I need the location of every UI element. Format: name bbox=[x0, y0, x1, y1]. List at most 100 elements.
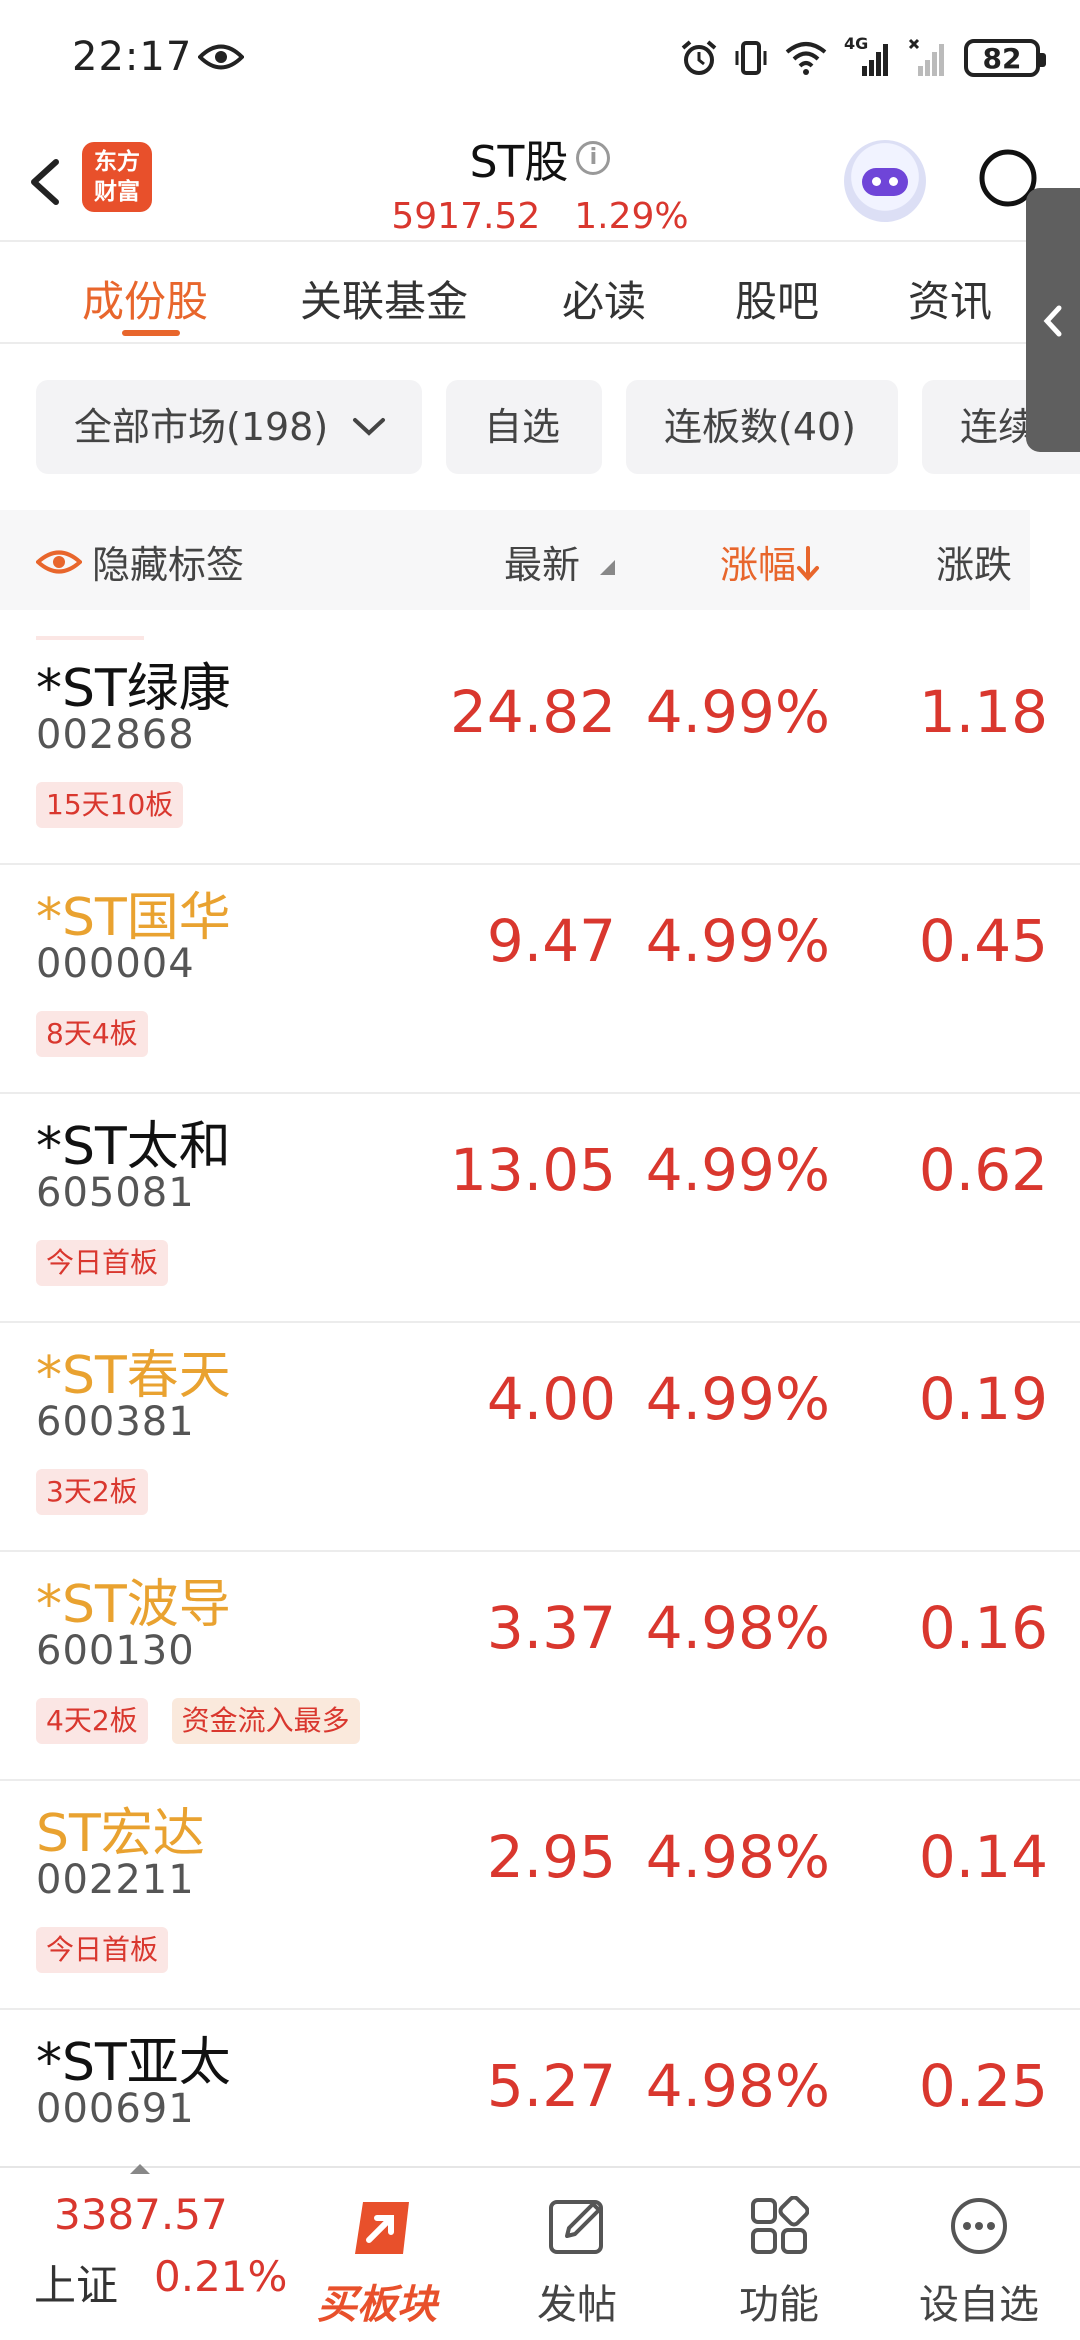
stock-code: 605081 bbox=[36, 1170, 195, 1216]
stock-tags: 今日首板 bbox=[36, 1927, 169, 1973]
brand-logo: 东方 财富 bbox=[82, 142, 152, 212]
stock-price: 9.47 bbox=[486, 907, 616, 975]
active-tab-indicator bbox=[122, 330, 180, 336]
stock-price: 3.37 bbox=[486, 1594, 616, 1662]
hide-tags-toggle[interactable]: 隐藏标签 bbox=[36, 534, 244, 589]
hide-tags-label: 隐藏标签 bbox=[92, 543, 245, 587]
stock-row[interactable]: *ST太和 605081 今日首板 13.05 4.99% 0.62 bbox=[0, 1094, 1080, 1323]
tab-constituents[interactable]: 成份股 bbox=[82, 268, 208, 329]
streak-tag: 今日首板 bbox=[36, 1240, 169, 1286]
stock-row[interactable]: *ST亚太 000691 5.27 4.98% 0.25 bbox=[0, 2010, 1080, 2166]
stock-code: 600381 bbox=[36, 1399, 195, 1445]
streak-tag: 15天10板 bbox=[36, 782, 184, 828]
list-column-header: 隐藏标签 最新 涨幅 涨跌 bbox=[0, 510, 1030, 610]
nav-add-watchlist[interactable]: 设自选 bbox=[904, 2168, 1054, 2340]
nav-functions[interactable]: 功能 bbox=[704, 2168, 854, 2340]
stock-tags: 15天10板 bbox=[36, 782, 184, 828]
watchlist-filter-chip[interactable]: 自选 bbox=[446, 380, 602, 474]
stock-change: 0.19 bbox=[918, 1365, 1048, 1433]
index-name: 上证 bbox=[34, 2261, 119, 2310]
stock-row[interactable]: *ST国华 000004 8天4板 9.47 4.99% 0.45 bbox=[0, 865, 1080, 1094]
back-arrow-icon[interactable] bbox=[20, 142, 80, 222]
column-latest-price[interactable]: 最新 bbox=[504, 534, 580, 589]
eye-icon bbox=[36, 550, 82, 573]
stock-code: 000691 bbox=[36, 2086, 195, 2132]
stock-code: 002868 bbox=[36, 712, 195, 758]
stock-change: 0.45 bbox=[918, 907, 1048, 975]
nav-label: 功能 bbox=[739, 2282, 819, 2328]
stock-price: 4.00 bbox=[486, 1365, 616, 1433]
stock-name: *ST波导 bbox=[36, 1575, 231, 1635]
stock-change: 0.14 bbox=[918, 1823, 1048, 1891]
page-title: ST股 bbox=[469, 137, 569, 188]
page-header: 东方 财富 ST股 i 5917.52 1.29% bbox=[0, 120, 1080, 242]
stock-code: 000004 bbox=[36, 941, 195, 987]
side-panel-handle[interactable] bbox=[1026, 188, 1080, 452]
sector-index: 5917.52 1.29% bbox=[340, 196, 740, 237]
market-filter-dropdown[interactable]: 全部市场(198) bbox=[36, 380, 422, 474]
chevron-left-icon bbox=[1043, 305, 1062, 337]
stock-change-pct: 4.99% bbox=[645, 907, 830, 975]
tab-bar: 成份股 关联基金 必读 股吧 资讯 bbox=[0, 244, 1080, 344]
vibrate-icon bbox=[735, 41, 767, 75]
stock-name: ST宏达 bbox=[36, 1804, 205, 1864]
assistant-robot-icon[interactable] bbox=[844, 140, 926, 222]
stock-row[interactable]: *ST绿康 002868 15天10板 24.82 4.99% 1.18 bbox=[0, 636, 1080, 865]
index-value: 3387.57 bbox=[54, 2190, 228, 2239]
stock-tags: 3天2板 bbox=[36, 1469, 148, 1515]
status-time: 22:17 bbox=[72, 34, 193, 80]
battery-icon: 82 bbox=[964, 39, 1046, 77]
tab-news[interactable]: 资讯 bbox=[908, 268, 992, 329]
info-icon[interactable]: i bbox=[576, 141, 611, 175]
status-bar: 22:17 4G 82 bbox=[0, 0, 1080, 120]
stock-change-pct: 4.98% bbox=[645, 1823, 830, 1891]
grid-functions-icon bbox=[751, 2196, 809, 2254]
nav-buy-sector[interactable]: 买板块 bbox=[302, 2168, 452, 2340]
tab-forum[interactable]: 股吧 bbox=[735, 268, 819, 329]
stock-change-pct: 4.98% bbox=[645, 1594, 830, 1662]
nav-label: 发帖 bbox=[537, 2282, 617, 2328]
status-icons: 4G 82 bbox=[680, 34, 1046, 80]
stock-tags: 今日首板 bbox=[36, 1240, 169, 1286]
limit-up-count-chip[interactable]: 连板数(40) bbox=[626, 380, 898, 474]
sector-index-change: 1.29% bbox=[574, 196, 689, 237]
chevron-down-icon bbox=[353, 417, 386, 436]
fund-inflow-tag: 资金流入最多 bbox=[171, 1698, 360, 1744]
stock-tags: 8天4板 bbox=[36, 1011, 148, 1057]
cell-signal-2-icon bbox=[908, 38, 944, 76]
stock-price: 24.82 bbox=[449, 678, 616, 746]
title-block: ST股 i 5917.52 1.29% bbox=[340, 126, 740, 237]
tab-related-funds[interactable]: 关联基金 bbox=[300, 268, 468, 329]
stock-name: *ST春天 bbox=[36, 1346, 231, 1406]
stock-change-pct: 4.98% bbox=[645, 2052, 830, 2120]
cell-signal-icon: 4G bbox=[844, 34, 892, 78]
stock-change-pct: 4.99% bbox=[645, 1365, 830, 1433]
streak-tag: 4天2板 bbox=[36, 1698, 148, 1744]
robot-face bbox=[862, 168, 908, 196]
column-change-pct[interactable]: 涨幅 bbox=[720, 534, 820, 589]
tab-must-read[interactable]: 必读 bbox=[562, 268, 646, 329]
nav-label: 设自选 bbox=[919, 2282, 1039, 2328]
sector-index-value: 5917.52 bbox=[391, 196, 541, 237]
bottom-bar: 3387.57 上证 0.21% 买板块 发帖 功能 设自选 bbox=[0, 2164, 1080, 2340]
column-change[interactable]: 涨跌 bbox=[936, 534, 1012, 589]
sort-indicator-icon bbox=[600, 560, 615, 575]
stock-price: 5.27 bbox=[486, 2052, 616, 2120]
caret-up-icon[interactable] bbox=[130, 2164, 150, 2174]
wifi-icon bbox=[785, 42, 827, 75]
nav-post[interactable]: 发帖 bbox=[502, 2168, 652, 2340]
streak-tag: 3天2板 bbox=[36, 1469, 148, 1515]
alarm-icon bbox=[681, 40, 717, 75]
column-change-pct-label: 涨幅 bbox=[720, 543, 797, 587]
index-change-pct: 0.21% bbox=[154, 2252, 288, 2301]
stock-price: 13.05 bbox=[449, 1136, 616, 1204]
stock-row[interactable]: *ST春天 600381 3天2板 4.00 4.99% 0.19 bbox=[0, 1323, 1080, 1552]
stock-change-pct: 4.99% bbox=[645, 678, 830, 746]
stock-row[interactable]: *ST波导 600130 4天2板 资金流入最多 3.37 4.98% 0.16 bbox=[0, 1552, 1080, 1781]
sort-descending-icon bbox=[797, 545, 820, 581]
stock-name: *ST太和 bbox=[36, 1117, 231, 1177]
stock-change: 1.18 bbox=[918, 678, 1048, 746]
stock-row[interactable]: ST宏达 002211 今日首板 2.95 4.98% 0.14 bbox=[0, 1781, 1080, 2010]
stock-change-pct: 4.99% bbox=[645, 1136, 830, 1204]
stock-change: 0.16 bbox=[918, 1594, 1048, 1662]
